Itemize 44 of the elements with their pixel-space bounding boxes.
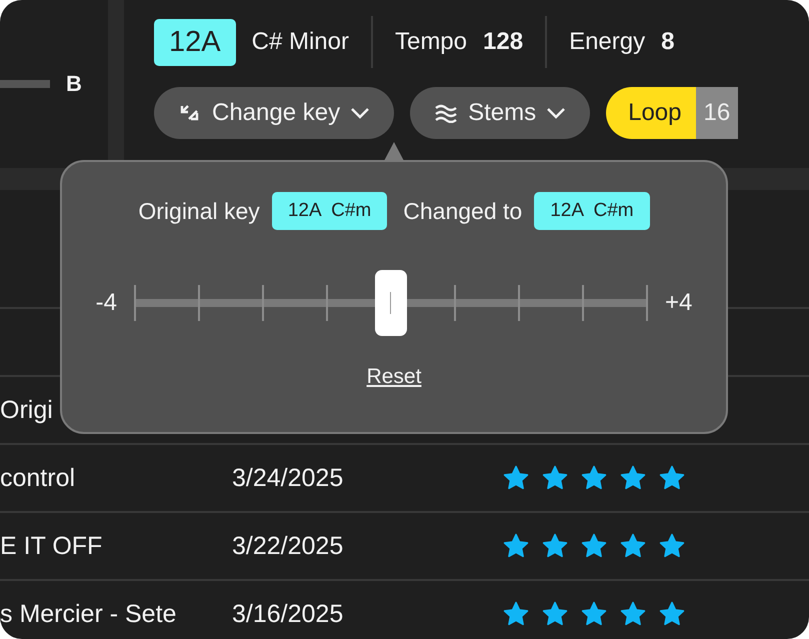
chevron-down-icon — [546, 107, 566, 119]
dropdown-button[interactable]: Stems — [410, 87, 590, 139]
key-badge: 12A C#m — [534, 192, 650, 230]
waves-icon — [434, 103, 458, 123]
slider-max-label: +4 — [664, 289, 692, 317]
tempo-label: Tempo — [394, 28, 468, 56]
star-icon — [620, 601, 646, 627]
dropdown-button[interactable]: Change key — [154, 87, 394, 139]
key-slider[interactable] — [134, 270, 647, 336]
energy-label: Energy — [569, 28, 646, 56]
chevron-down-icon — [350, 107, 370, 119]
star-icon — [503, 601, 529, 627]
star-icon — [581, 465, 607, 491]
star-icon — [620, 465, 646, 491]
track-title: control — [0, 464, 76, 492]
star-icon — [542, 465, 568, 491]
star-icon — [659, 601, 685, 627]
track-title: E IT OFF — [0, 532, 104, 560]
slider-min-label: -4 — [96, 289, 117, 317]
loop-button[interactable]: Loop — [606, 87, 696, 139]
star-icon — [581, 533, 607, 559]
star-icon — [503, 465, 529, 491]
energy-value: 8 — [661, 28, 674, 56]
tempo-value: 128 — [483, 28, 524, 56]
star-icon — [581, 601, 607, 627]
key-badge: 12A C#m — [272, 192, 388, 230]
star-icon — [542, 533, 568, 559]
track-title: Origi — [0, 396, 54, 424]
date-cell-text: 3/16/2025 — [232, 600, 344, 628]
changed-to-label: Changed to — [403, 198, 522, 224]
side-label: B — [66, 71, 82, 97]
star-icon — [620, 533, 646, 559]
star-icon — [542, 601, 568, 627]
star-icon — [659, 465, 685, 491]
track-title: s Mercier - Sete — [0, 600, 178, 628]
key-name: C# Minor — [252, 28, 349, 56]
slider-thumb[interactable] — [374, 270, 407, 336]
star-icon — [659, 533, 685, 559]
date-cell-text: 3/22/2025 — [232, 532, 344, 560]
reset-link[interactable]: Reset — [360, 364, 428, 390]
date-cell-text: 3/24/2025 — [232, 464, 344, 492]
star-icon — [503, 533, 529, 559]
original-key-label: Original key — [138, 198, 260, 224]
key-badge: 12A — [154, 18, 236, 66]
